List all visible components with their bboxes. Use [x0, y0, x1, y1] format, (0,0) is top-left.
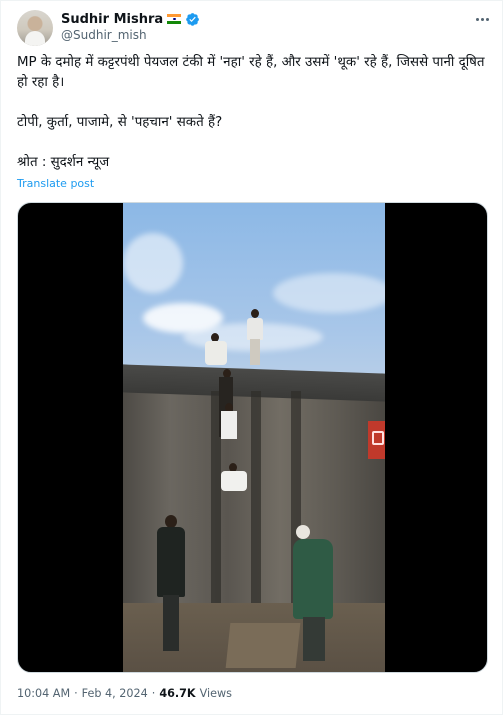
- verified-badge-icon[interactable]: [185, 12, 200, 27]
- views-label: Views: [199, 686, 232, 700]
- meta-separator: ·: [151, 686, 156, 700]
- post-text: MP के दमोह में कट्टरपंथी पेयजल टंकी में …: [17, 53, 487, 173]
- meta-separator: ·: [74, 686, 78, 700]
- india-flag-icon: [167, 14, 182, 24]
- avatar[interactable]: [17, 10, 53, 46]
- post-text-line: श्रोत : सुदर्शन न्यूज: [17, 155, 110, 170]
- post-text-line: टोपी, कुर्ता, पाजामे, से 'पहचान' सकते है…: [17, 115, 223, 130]
- author-name-row: Sudhir Mishra: [61, 10, 200, 28]
- more-options-icon[interactable]: [471, 11, 493, 27]
- post-metadata: 10:04 AM · Feb 4, 2024 · 46.7K Views: [17, 685, 232, 701]
- post-date[interactable]: Feb 4, 2024: [82, 687, 148, 700]
- author-handle[interactable]: @Sudhir_mish: [61, 28, 147, 42]
- views-count: 46.7K: [159, 686, 196, 700]
- author-display-name[interactable]: Sudhir Mishra: [61, 12, 163, 27]
- video-player[interactable]: [17, 202, 488, 673]
- post-time[interactable]: 10:04 AM: [17, 687, 70, 700]
- post-text-line: MP के दमोह में कट्टरपंथी पेयजल टंकी में …: [17, 55, 485, 90]
- video-frame: [123, 203, 385, 672]
- translate-post-link[interactable]: Translate post: [17, 177, 94, 190]
- post-card: Sudhir Mishra @Sudhir_mish MP के दमोह मे…: [0, 0, 503, 715]
